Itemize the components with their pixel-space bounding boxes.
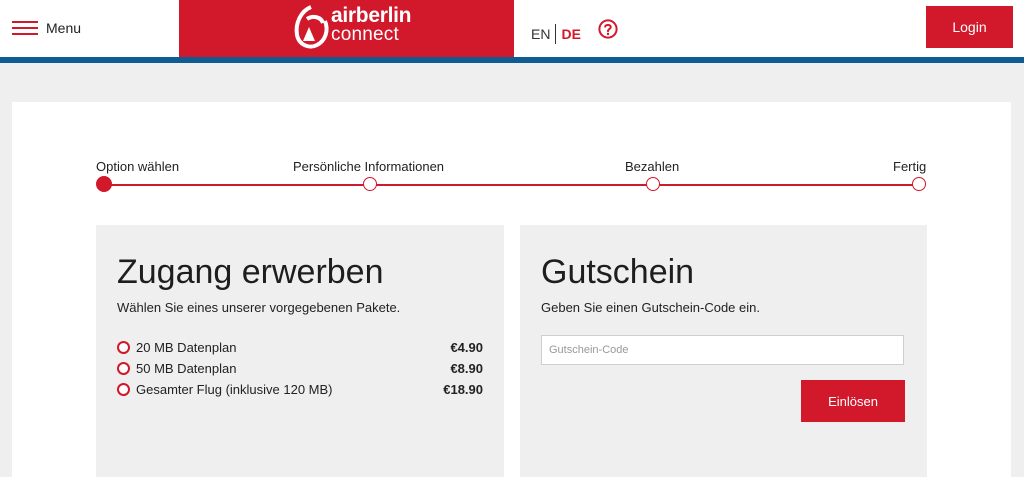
language-divider [555, 24, 557, 44]
language-en[interactable]: EN [531, 26, 550, 42]
main-card: Option wählen Persönliche Informationen … [12, 102, 1011, 477]
voucher-panel: Gutschein Geben Sie einen Gutschein-Code… [520, 225, 927, 477]
package-price: €18.90 [443, 382, 483, 397]
step-dot-option [96, 176, 112, 192]
purchase-panel: Zugang erwerben Wählen Sie eines unserer… [96, 225, 504, 477]
hamburger-icon [12, 21, 38, 35]
voucher-code-input[interactable] [541, 335, 904, 365]
package-price: €4.90 [450, 340, 483, 355]
package-list: 20 MB Datenplan €4.90 50 MB Datenplan €8… [117, 337, 483, 400]
menu-label: Menu [46, 20, 82, 36]
header-stripe [0, 57, 1024, 63]
help-icon[interactable] [598, 19, 618, 39]
progress-track [104, 184, 920, 186]
logo-text-connect: connect [331, 24, 399, 45]
language-de[interactable]: DE [561, 26, 580, 42]
radio-icon[interactable] [117, 383, 130, 396]
voucher-subtitle: Geben Sie einen Gutschein-Code ein. [541, 300, 760, 315]
voucher-title: Gutschein [541, 253, 695, 291]
step-label-option: Option wählen [96, 159, 180, 174]
package-price: €8.90 [450, 361, 483, 376]
step-dot-personal [363, 177, 377, 191]
step-label-payment: Bezahlen [625, 159, 680, 174]
package-name: 50 MB Datenplan [136, 361, 237, 376]
step-label-personal: Persönliche Informationen [293, 159, 445, 174]
menu-button[interactable]: Menu [12, 18, 81, 38]
package-option[interactable]: Gesamter Flug (inklusive 120 MB) €18.90 [117, 379, 483, 400]
radio-icon[interactable] [117, 341, 130, 354]
purchase-title: Zugang erwerben [117, 253, 384, 291]
purchase-subtitle: Wählen Sie eines unserer vorgegebenen Pa… [117, 300, 401, 315]
package-name: Gesamter Flug (inklusive 120 MB) [136, 382, 333, 397]
language-switcher: EN DE [531, 24, 581, 44]
step-dot-done [912, 177, 926, 191]
package-option[interactable]: 20 MB Datenplan €4.90 [117, 337, 483, 358]
step-dot-payment [646, 177, 660, 191]
radio-icon[interactable] [117, 362, 130, 375]
progress-steps: Option wählen Persönliche Informationen … [12, 102, 1011, 212]
redeem-button[interactable]: Einlösen [801, 380, 905, 422]
step-label-done: Fertig [893, 159, 927, 174]
login-button[interactable]: Login [926, 6, 1013, 48]
package-option[interactable]: 50 MB Datenplan €8.90 [117, 358, 483, 379]
top-header: Menu airberlin connect EN DE Login [0, 0, 1024, 57]
package-name: 20 MB Datenplan [136, 340, 237, 355]
airberlin-connect-logo[interactable]: airberlin connect [179, 0, 514, 57]
airberlin-logo-icon [294, 5, 329, 49]
